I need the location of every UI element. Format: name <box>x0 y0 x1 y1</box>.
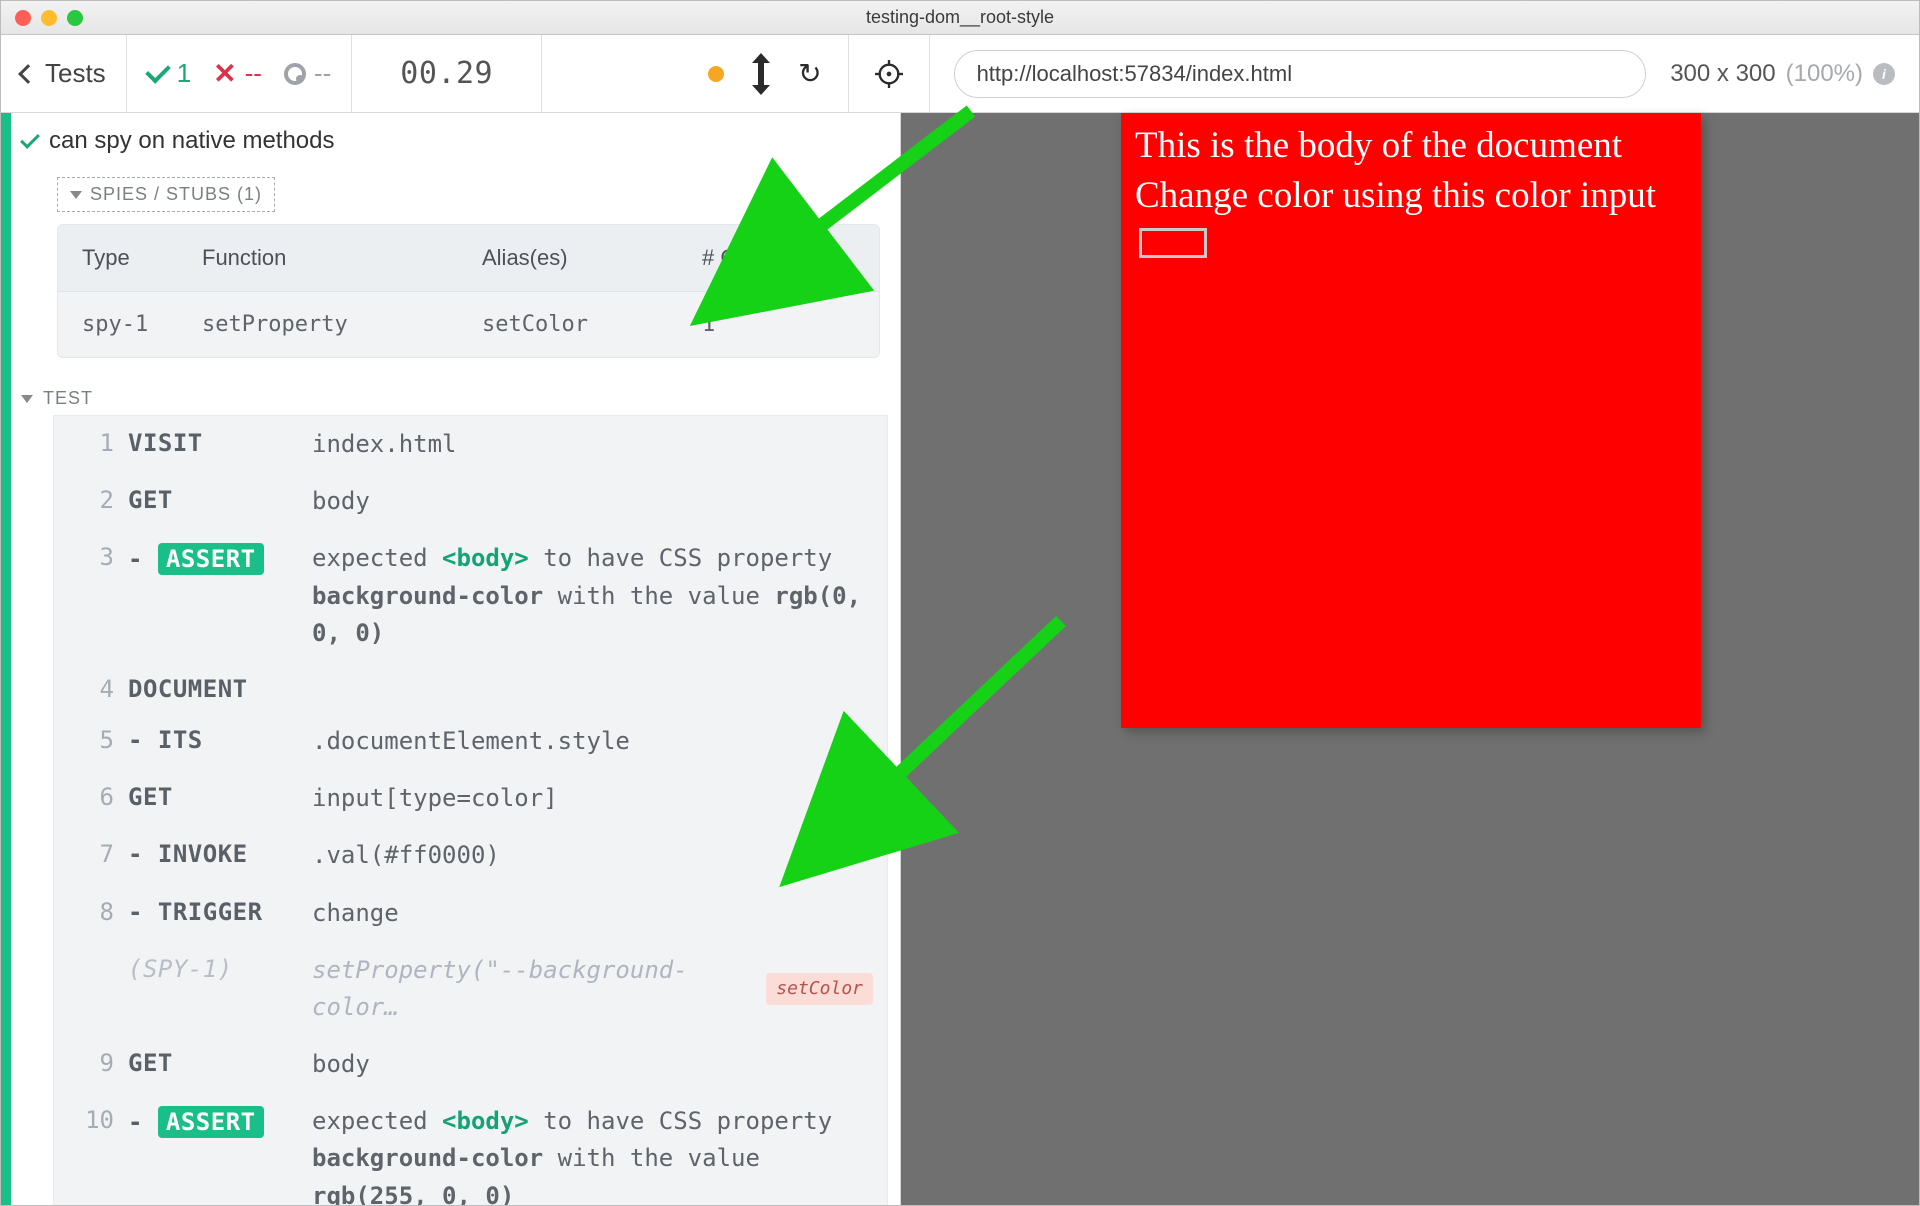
alias-pill: setColor <box>766 973 873 1005</box>
app-root: testing-dom__root-style Tests 1 ✕ -- -- 0… <box>0 0 1920 1206</box>
cmd-assert-css-red[interactable]: 10- ASSERTexpected <body> to have CSS pr… <box>54 1093 887 1205</box>
spies-table: Type Function Alias(es) # Calls spy-1 se… <box>57 224 880 358</box>
assert-message: expected <body> to have CSS property bac… <box>312 540 873 652</box>
body-text-1: This is the body of the document <box>1121 113 1701 169</box>
failed-count: -- <box>245 58 262 89</box>
auto-scroll-toggle[interactable] <box>758 61 764 87</box>
cmd-its-style[interactable]: 5- ITS.documentElement.style <box>54 713 887 770</box>
pending-count: -- <box>314 58 331 89</box>
command-log-panel: can spy on native methods SPIES / STUBS … <box>1 113 901 1205</box>
cmd-get-body-2[interactable]: 9GETbody <box>54 1036 887 1093</box>
spy-type: spy-1 <box>82 312 202 337</box>
test-title: can spy on native methods <box>49 127 335 155</box>
spy-call-text: setProperty("--background-color… <box>312 952 766 1026</box>
assert-badge: ASSERT <box>158 1106 264 1138</box>
mac-window: testing-dom__root-style Tests 1 ✕ -- -- 0… <box>0 0 1920 1206</box>
chevron-left-icon <box>18 64 38 84</box>
running-indicator-icon <box>708 66 724 82</box>
back-to-tests[interactable]: Tests <box>1 35 127 112</box>
spies-header: Type Function Alias(es) # Calls <box>58 225 879 292</box>
info-icon[interactable]: i <box>1873 63 1895 85</box>
col-function: Function <box>202 245 482 271</box>
cmd-get-body[interactable]: 2GETbody <box>54 473 887 530</box>
aut-iframe[interactable]: This is the body of the document Change … <box>1121 113 1701 728</box>
caret-down-icon <box>21 395 33 403</box>
viewport-controls: ↻ <box>682 35 848 112</box>
color-input[interactable] <box>1139 228 1207 258</box>
cmd-assert-css-black[interactable]: 3- ASSERTexpected <body> to have CSS pro… <box>54 530 887 662</box>
test-title-row[interactable]: can spy on native methods <box>1 113 900 169</box>
test-body-toggle[interactable]: TEST <box>21 388 900 409</box>
passed-count: 1 <box>177 58 191 89</box>
spy-function: setProperty <box>202 312 482 337</box>
zoom-percent: (100%) <box>1786 60 1863 88</box>
spy-calls: 1 <box>702 312 855 337</box>
window-title: testing-dom__root-style <box>1 7 1919 28</box>
cmd-spy-call[interactable]: (SPY-1)setProperty("--background-color…s… <box>54 942 887 1036</box>
spies-row[interactable]: spy-1 setProperty setColor 1 <box>58 292 879 357</box>
check-icon <box>20 129 40 149</box>
cmd-get-colorinput[interactable]: 6GETinput[type=color] <box>54 770 887 827</box>
caret-down-icon <box>70 191 82 199</box>
assert-message: expected <body> to have CSS property bac… <box>312 1103 873 1205</box>
spies-stubs-toggle[interactable]: SPIES / STUBS (1) <box>57 177 275 212</box>
url-input[interactable]: http://localhost:57834/index.html <box>954 50 1647 98</box>
command-log: 1VISITindex.html 2GETbody 3- ASSERTexpec… <box>53 415 888 1205</box>
dimensions-text: 300 x 300 <box>1670 60 1775 88</box>
cmd-trigger-change[interactable]: 8- TRIGGERchange <box>54 885 887 942</box>
cmd-invoke-val[interactable]: 7- INVOKE.val(#ff0000) <box>54 827 887 884</box>
spy-alias: setColor <box>482 312 702 337</box>
app-preview-pane: This is the body of the document Change … <box>901 113 1919 1205</box>
check-icon <box>145 58 170 83</box>
stats-failed: ✕ -- <box>213 57 262 90</box>
toolbar: Tests 1 ✕ -- -- 00.29 ↻ http://localhost:… <box>1 35 1919 113</box>
back-label: Tests <box>45 58 106 89</box>
body-text-2: Change color using this color input <box>1121 169 1701 257</box>
assert-badge: ASSERT <box>158 543 264 575</box>
cmd-document[interactable]: 4DOCUMENT <box>54 662 887 713</box>
crosshair-icon <box>875 60 903 88</box>
cross-icon: ✕ <box>213 57 236 90</box>
viewport-dimensions: 300 x 300 (100%) i <box>1670 60 1895 88</box>
test-duration: 00.29 <box>372 56 521 91</box>
pass-bar <box>1 113 11 1205</box>
test-body-label: TEST <box>43 388 93 409</box>
url-text: http://localhost:57834/index.html <box>977 61 1293 87</box>
col-calls: # Calls <box>702 245 855 271</box>
stats-pending: -- <box>284 58 331 89</box>
reload-button[interactable]: ↻ <box>798 57 821 90</box>
titlebar: testing-dom__root-style <box>1 1 1919 35</box>
col-alias: Alias(es) <box>482 245 702 271</box>
cmd-visit[interactable]: 1VISITindex.html <box>54 416 887 473</box>
spies-stubs-label: SPIES / STUBS (1) <box>90 184 262 205</box>
content-area: can spy on native methods SPIES / STUBS … <box>1 113 1919 1205</box>
selector-playground-button[interactable] <box>849 35 930 112</box>
stats-passed: 1 <box>147 58 191 89</box>
pending-icon <box>284 63 306 85</box>
col-type: Type <box>82 245 202 271</box>
